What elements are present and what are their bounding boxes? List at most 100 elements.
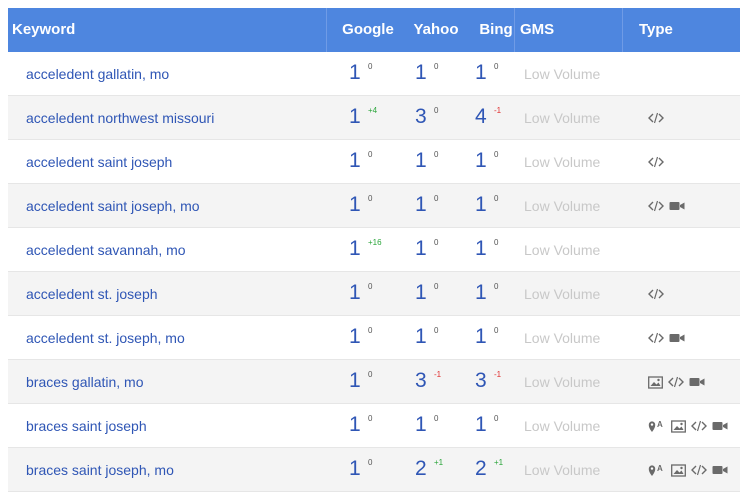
- column-divider: [622, 8, 623, 52]
- keyword-link[interactable]: braces gallatin, mo: [26, 360, 144, 404]
- google-rank-cell: 10: [342, 316, 402, 360]
- column-header-yahoo[interactable]: Yahoo: [404, 8, 468, 52]
- keyword-link[interactable]: acceledent gallatin, mo: [26, 52, 169, 96]
- gms-value: Low Volume: [524, 374, 601, 390]
- gms-value: Low Volume: [524, 418, 601, 434]
- gms-value: Low Volume: [524, 462, 601, 478]
- bing-rank-change: 0: [494, 150, 499, 159]
- bing-rank-change: -1: [494, 370, 502, 379]
- keyword-link[interactable]: acceledent st. joseph: [26, 272, 158, 316]
- keyword-link[interactable]: braces saint joseph: [26, 404, 147, 448]
- table-row: braces gallatin, mo 1 0 3 -1 3 -1 Low Volume: [8, 360, 740, 404]
- image-icon: [648, 375, 663, 389]
- table-row: acceledent savannah, mo 1 +16 1 0 1 0 Low Volum…: [8, 228, 740, 272]
- google-rank: 1: [349, 193, 361, 216]
- bing-rank-cell: 10: [468, 272, 528, 316]
- code-icon: [648, 112, 664, 124]
- yahoo-rank-change: 0: [434, 282, 439, 291]
- keyword-link[interactable]: acceledent saint joseph, mo: [26, 184, 200, 228]
- gms-value: Low Volume: [524, 66, 601, 82]
- gms-value: Low Volume: [524, 286, 601, 302]
- yahoo-rank: 3: [415, 105, 427, 128]
- bing-rank: 1: [475, 193, 487, 216]
- table-header: Keyword Google Yahoo Bing GMS Type: [8, 8, 740, 52]
- type-icons: [648, 96, 664, 140]
- video-icon: [689, 376, 705, 388]
- yahoo-rank-cell: 10: [408, 272, 468, 316]
- bing-rank-cell: 10: [468, 184, 528, 228]
- yahoo-rank: 1: [415, 325, 427, 348]
- google-rank: 1: [349, 413, 361, 436]
- code-icon: [648, 332, 664, 344]
- keyword-link[interactable]: braces saint joseph, mo: [26, 448, 174, 492]
- google-rank: 1: [349, 281, 361, 304]
- column-divider: [326, 8, 327, 52]
- type-icons: A: [648, 448, 728, 492]
- google-rank-cell: 10: [342, 272, 402, 316]
- bing-rank-change: 0: [494, 326, 499, 335]
- yahoo-rank-change: +1: [434, 458, 444, 467]
- type-icons: [648, 184, 685, 228]
- table-row: acceledent northwest missouri 1 +4 3 0 4 -1 Low…: [8, 96, 740, 140]
- google-rank: 1: [349, 457, 361, 480]
- keyword-link[interactable]: acceledent st. joseph, mo: [26, 316, 185, 360]
- yahoo-rank-cell: 3 -1: [408, 360, 468, 404]
- table-row: acceledent st. joseph, mo 1 0 1 0 1 0 Low Volum…: [8, 316, 740, 360]
- google-rank-cell: 10: [342, 52, 402, 96]
- table-row: braces saint joseph, mo 1 0 2 +1 2 +1 Low Volum…: [8, 448, 740, 492]
- google-rank-change: 0: [368, 62, 373, 71]
- gms-value: Low Volume: [524, 154, 601, 170]
- bing-rank-cell: 10: [468, 140, 528, 184]
- yahoo-rank-change: 0: [434, 62, 439, 71]
- bing-rank-change: 0: [494, 414, 499, 423]
- code-icon: [691, 420, 707, 432]
- table-row: acceledent gallatin, mo 1 0 1 0 1 0 Low Volume: [8, 52, 740, 96]
- map-pin-icon: A: [648, 464, 666, 477]
- google-rank-cell: 1 +4: [342, 96, 402, 140]
- gms-value: Low Volume: [524, 198, 601, 214]
- yahoo-rank: 2: [415, 457, 427, 480]
- bing-rank-change: 0: [494, 194, 499, 203]
- bing-rank-change: 0: [494, 62, 499, 71]
- svg-text:A: A: [657, 420, 663, 429]
- yahoo-rank: 1: [415, 237, 427, 260]
- column-header-bing[interactable]: Bing: [468, 8, 524, 52]
- yahoo-rank-cell: 30: [408, 96, 468, 140]
- google-rank-change: +4: [368, 106, 378, 115]
- google-rank-change: +16: [368, 238, 382, 247]
- code-icon: [648, 288, 664, 300]
- bing-rank-cell: 10: [468, 228, 528, 272]
- bing-rank: 3: [475, 369, 487, 392]
- yahoo-rank-cell: 10: [408, 184, 468, 228]
- yahoo-rank: 3: [415, 369, 427, 392]
- yahoo-rank: 1: [415, 149, 427, 172]
- bing-rank-change: 0: [494, 238, 499, 247]
- google-rank-change: 0: [368, 282, 373, 291]
- yahoo-rank: 1: [415, 61, 427, 84]
- bing-rank-cell: 2 +1: [468, 448, 528, 492]
- google-rank-cell: 10: [342, 448, 402, 492]
- column-header-keyword[interactable]: Keyword: [12, 8, 75, 52]
- column-header-type[interactable]: Type: [639, 8, 673, 52]
- bing-rank-cell: 10: [468, 316, 528, 360]
- yahoo-rank-change: 0: [434, 106, 439, 115]
- type-icons: [648, 272, 664, 316]
- bing-rank-cell: 4 -1: [468, 96, 528, 140]
- column-header-google[interactable]: Google: [338, 8, 398, 52]
- google-rank-cell: 10: [342, 184, 402, 228]
- yahoo-rank-change: -1: [434, 370, 442, 379]
- bing-rank: 1: [475, 61, 487, 84]
- yahoo-rank-change: 0: [434, 414, 439, 423]
- keyword-link[interactable]: acceledent saint joseph: [26, 140, 172, 184]
- column-header-gms[interactable]: GMS: [520, 8, 554, 52]
- yahoo-rank-cell: 2 +1: [408, 448, 468, 492]
- keyword-link[interactable]: acceledent savannah, mo: [26, 228, 186, 272]
- yahoo-rank: 1: [415, 193, 427, 216]
- keyword-link[interactable]: acceledent northwest missouri: [26, 96, 214, 140]
- yahoo-rank-cell: 10: [408, 316, 468, 360]
- google-rank-change: 0: [368, 370, 373, 379]
- code-icon: [648, 200, 664, 212]
- table-row: acceledent st. joseph 1 0 1 0 1 0 Low Volume: [8, 272, 740, 316]
- google-rank-cell: 10: [342, 360, 402, 404]
- bing-rank-change: +1: [494, 458, 504, 467]
